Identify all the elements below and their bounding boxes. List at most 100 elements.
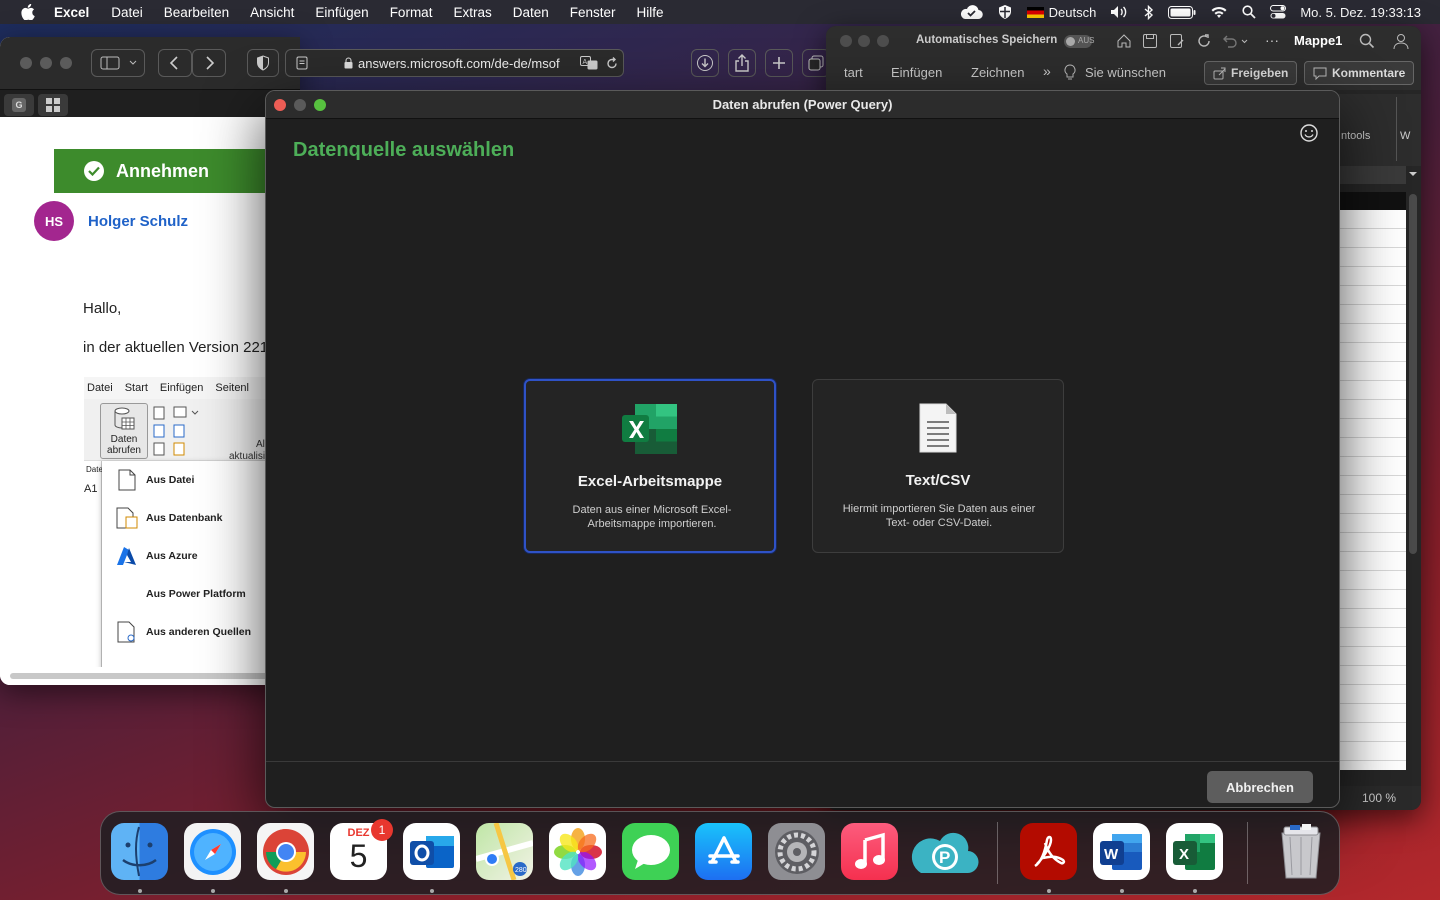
screenshot-tab: Einfügen	[159, 382, 204, 394]
tab-favicon-g[interactable]: G	[4, 94, 34, 116]
dock-finder[interactable]	[111, 823, 168, 880]
formula-expand-icon[interactable]	[1408, 169, 1418, 179]
svg-text:P: P	[939, 848, 950, 867]
control-center-icon[interactable]	[1270, 5, 1287, 19]
dock-chrome[interactable]	[257, 823, 314, 880]
dialog-zoom-button[interactable]	[314, 99, 326, 111]
menu-hilfe[interactable]: Hilfe	[637, 5, 664, 20]
account-icon[interactable]	[1392, 32, 1410, 50]
battery-icon[interactable]	[1168, 5, 1196, 19]
azure-icon	[116, 544, 138, 568]
worksheet-grid[interactable]	[1338, 210, 1406, 770]
menu-ansicht[interactable]: Ansicht	[250, 5, 294, 20]
feedback-smiley-icon[interactable]	[1299, 123, 1319, 143]
svg-text:W: W	[1104, 846, 1119, 863]
tab-einfuegen[interactable]: Einfügen	[891, 65, 942, 80]
dock-music[interactable]	[841, 823, 898, 880]
spotlight-search-icon[interactable]	[1242, 5, 1256, 19]
save-as-icon[interactable]	[1169, 33, 1185, 49]
search-icon[interactable]	[1359, 33, 1375, 49]
dock-photos[interactable]	[549, 823, 606, 880]
more-icon[interactable]: ···	[1265, 32, 1279, 48]
comment-icon	[1313, 67, 1327, 80]
save-icon[interactable]	[1142, 33, 1158, 49]
dock-word[interactable]: W	[1093, 823, 1150, 880]
menu-einfuegen[interactable]: Einfügen	[315, 5, 368, 20]
vertical-scrollbar[interactable]	[1409, 194, 1417, 554]
menu-datei[interactable]: Datei	[111, 5, 143, 20]
lock-icon	[344, 57, 353, 69]
wifi-icon[interactable]	[1210, 5, 1228, 19]
dock-app-store[interactable]	[695, 823, 752, 880]
ribbon-group-label-w: W	[1400, 130, 1411, 142]
svg-text:X: X	[1179, 846, 1189, 863]
bluetooth-icon[interactable]	[1144, 4, 1154, 20]
new-tab-button[interactable]	[765, 49, 793, 77]
menu-bearbeiten[interactable]: Bearbeiten	[164, 5, 229, 20]
privacy-report-button[interactable]	[247, 49, 279, 77]
share-button[interactable]	[728, 49, 756, 77]
tab-start[interactable]: tart	[844, 65, 863, 80]
tell-me-field[interactable]: Sie wünschen	[1085, 65, 1166, 80]
dialog-minimize-button[interactable]	[294, 99, 306, 111]
share-workbook-button[interactable]: Freigeben	[1204, 61, 1298, 85]
dock-acrobat[interactable]	[1020, 823, 1077, 880]
zoom-level[interactable]: 100 %	[1362, 791, 1396, 805]
address-bar[interactable]: answers.microsoft.com/de-de/msof A	[285, 49, 624, 77]
dialog-close-button[interactable]	[274, 99, 286, 111]
excel-close-button[interactable]	[840, 35, 852, 47]
excel-minimize-button[interactable]	[858, 35, 870, 47]
dock-parallels-cloud[interactable]: P	[907, 823, 979, 880]
horizontal-scrollbar[interactable]	[10, 673, 300, 679]
dock-excel[interactable]: X	[1166, 823, 1223, 880]
window-zoom-button[interactable]	[60, 57, 72, 69]
card-title: Text/CSV	[905, 472, 971, 489]
post-body-line: in der aktuellen Version 221	[83, 339, 269, 356]
menu-extras[interactable]: Extras	[453, 5, 491, 20]
dock-trash[interactable]	[1272, 823, 1329, 880]
menu-app-excel[interactable]: Excel	[54, 5, 89, 20]
dock-safari[interactable]	[184, 823, 241, 880]
accept-label: Annehmen	[116, 160, 210, 181]
cancel-button[interactable]: Abbrechen	[1207, 771, 1313, 803]
menu-daten[interactable]: Daten	[513, 5, 549, 20]
formula-bar[interactable]	[1338, 166, 1406, 184]
excel-zoom-button[interactable]	[877, 35, 889, 47]
sidebar-toggle-button[interactable]	[91, 49, 145, 77]
redo-icon[interactable]	[1196, 33, 1212, 49]
window-minimize-button[interactable]	[40, 57, 52, 69]
window-close-button[interactable]	[20, 57, 32, 69]
comments-button[interactable]: Kommentare	[1304, 61, 1415, 85]
dock-maps[interactable]: 280	[476, 823, 533, 880]
menu-fenster[interactable]: Fenster	[570, 5, 616, 20]
comments-label: Kommentare	[1332, 66, 1406, 80]
tab-overview-button[interactable]	[38, 94, 68, 116]
accept-answer-button[interactable]: Annehmen	[54, 149, 300, 193]
outlook-icon	[409, 835, 454, 868]
cloud-check-icon[interactable]	[959, 4, 983, 20]
more-tabs-chevron-icon[interactable]: »	[1043, 63, 1051, 79]
p-cloud-icon: P	[911, 832, 979, 873]
source-card-excel-workbook[interactable]: Excel-Arbeitsmappe Daten aus einer Micro…	[524, 379, 776, 553]
forward-button[interactable]	[192, 49, 226, 77]
clock[interactable]: Mo. 5. Dez. 19:33:13	[1300, 5, 1421, 20]
undo-icon[interactable]	[1222, 33, 1248, 49]
toggle-knob	[1066, 37, 1075, 46]
back-button[interactable]	[158, 49, 192, 77]
volume-icon[interactable]	[1110, 5, 1130, 19]
menu-format[interactable]: Format	[390, 5, 433, 20]
home-icon[interactable]	[1116, 33, 1132, 49]
avatar[interactable]: HS	[34, 201, 74, 241]
dock-system-preferences[interactable]	[768, 823, 825, 880]
dock-messages[interactable]	[622, 823, 679, 880]
source-card-text-csv[interactable]: Text/CSV Hiermit importieren Sie Daten a…	[812, 379, 1064, 553]
dock-outlook[interactable]	[403, 823, 460, 880]
shield-icon[interactable]	[997, 4, 1013, 20]
downloads-button[interactable]	[691, 49, 719, 77]
page-menu-icon	[296, 56, 308, 70]
input-language: Deutsch	[1048, 4, 1097, 20]
author-name-link[interactable]: Holger Schulz	[88, 213, 188, 230]
input-source-menu[interactable]: Deutsch	[1026, 4, 1097, 20]
tab-zeichnen[interactable]: Zeichnen	[971, 65, 1024, 80]
apple-icon[interactable]	[20, 4, 36, 20]
